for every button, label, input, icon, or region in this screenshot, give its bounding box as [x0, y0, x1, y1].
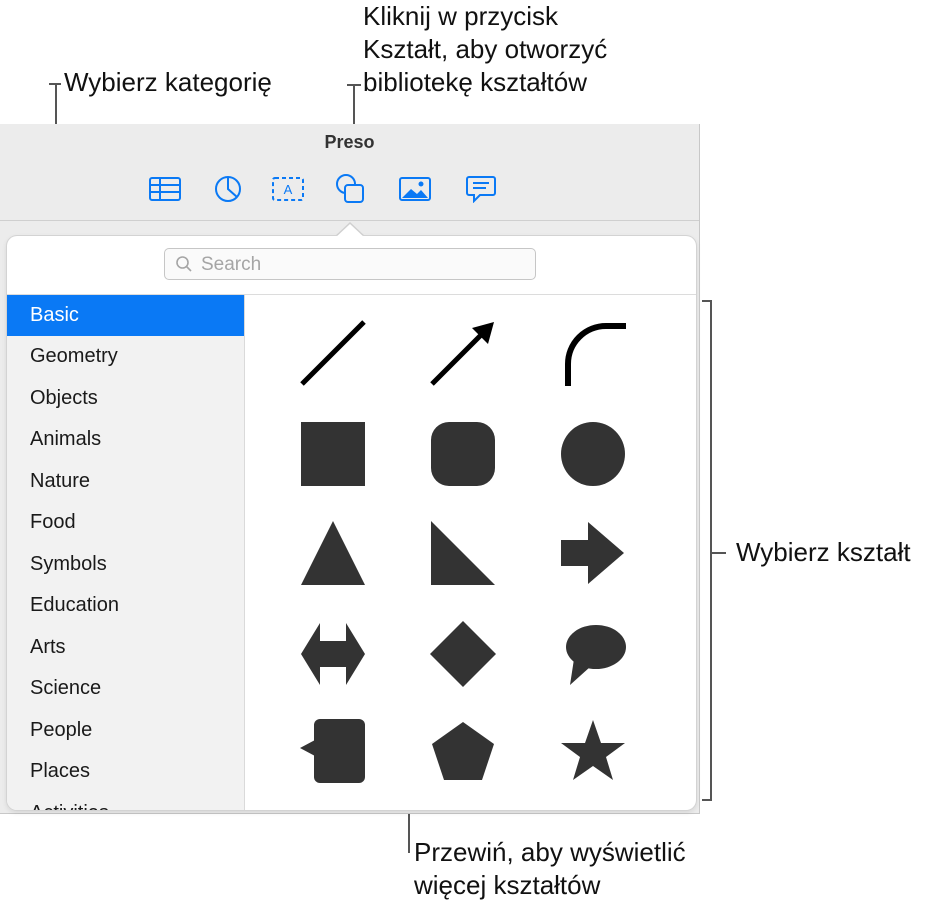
chart-button[interactable]: [210, 172, 246, 206]
category-geometry[interactable]: Geometry: [7, 336, 244, 377]
app-window: Preso A Search Basic Geometry Objects An…: [0, 124, 700, 814]
category-places[interactable]: Places: [7, 751, 244, 792]
shape-pentagon[interactable]: [428, 716, 498, 786]
shape-right-triangle[interactable]: [428, 518, 498, 588]
shape-double-arrow[interactable]: [298, 619, 368, 689]
comment-button[interactable]: [463, 172, 499, 206]
callout-shape-button: Kliknij w przycisk Kształt, aby otworzyć…: [363, 1, 608, 97]
media-button[interactable]: [397, 172, 433, 206]
popover-arrow: [335, 224, 365, 238]
chart-icon: [215, 176, 241, 202]
shape-callout-square[interactable]: [298, 716, 368, 786]
category-education[interactable]: Education: [7, 585, 244, 626]
shape-library-popover: Search Basic Geometry Objects Animals Na…: [7, 236, 696, 810]
shape-speech-bubble[interactable]: [558, 619, 628, 689]
bracket-vertical: [710, 300, 712, 800]
category-people[interactable]: People: [7, 710, 244, 751]
bracket-top: [702, 300, 712, 302]
shape-star[interactable]: [558, 716, 628, 786]
shape-line[interactable]: [298, 318, 368, 388]
category-nature[interactable]: Nature: [7, 461, 244, 502]
svg-text:A: A: [284, 182, 293, 197]
leader-line-category-tick: [49, 83, 61, 85]
comment-icon: [466, 176, 496, 203]
table-icon: [149, 177, 181, 201]
search-icon: [176, 256, 192, 272]
category-objects[interactable]: Objects: [7, 378, 244, 419]
bracket-bottom: [702, 799, 712, 801]
shape-diamond[interactable]: [428, 619, 498, 689]
category-symbols[interactable]: Symbols: [7, 544, 244, 585]
callout-scroll: Przewiń, aby wyświetlić więcej kształtów: [414, 837, 686, 900]
shape-button[interactable]: [333, 172, 369, 206]
shape-circle[interactable]: [558, 419, 628, 489]
media-icon: [399, 177, 431, 201]
toolbar: A: [0, 172, 699, 208]
shape-triangle[interactable]: [298, 518, 368, 588]
toolbar-divider: [0, 220, 699, 221]
shape-arrow-line[interactable]: [428, 318, 498, 388]
bracket-mid: [712, 552, 726, 554]
shape-square[interactable]: [298, 419, 368, 489]
category-activities[interactable]: Activities: [7, 793, 244, 810]
category-basic[interactable]: Basic: [7, 295, 244, 336]
shape-curve[interactable]: [558, 318, 628, 388]
search-placeholder: Search: [201, 254, 262, 275]
category-science[interactable]: Science: [7, 668, 244, 709]
shape-icon: [336, 174, 364, 203]
window-title: Preso: [324, 132, 375, 152]
text-button[interactable]: A: [270, 172, 306, 206]
category-arts[interactable]: Arts: [7, 627, 244, 668]
callout-select-category: Wybierz kategorię: [64, 67, 272, 97]
shape-rounded-square[interactable]: [428, 419, 498, 489]
table-button[interactable]: [147, 172, 183, 206]
category-list: Basic Geometry Objects Animals Nature Fo…: [7, 295, 245, 810]
text-box-icon: A: [272, 177, 304, 201]
search-input[interactable]: Search: [164, 248, 536, 280]
callout-pick-shape: Wybierz kształt: [736, 537, 911, 567]
leader-line-shape-button-tick: [347, 84, 361, 86]
shape-arrow[interactable]: [558, 518, 628, 588]
category-animals[interactable]: Animals: [7, 419, 244, 460]
category-food[interactable]: Food: [7, 502, 244, 543]
